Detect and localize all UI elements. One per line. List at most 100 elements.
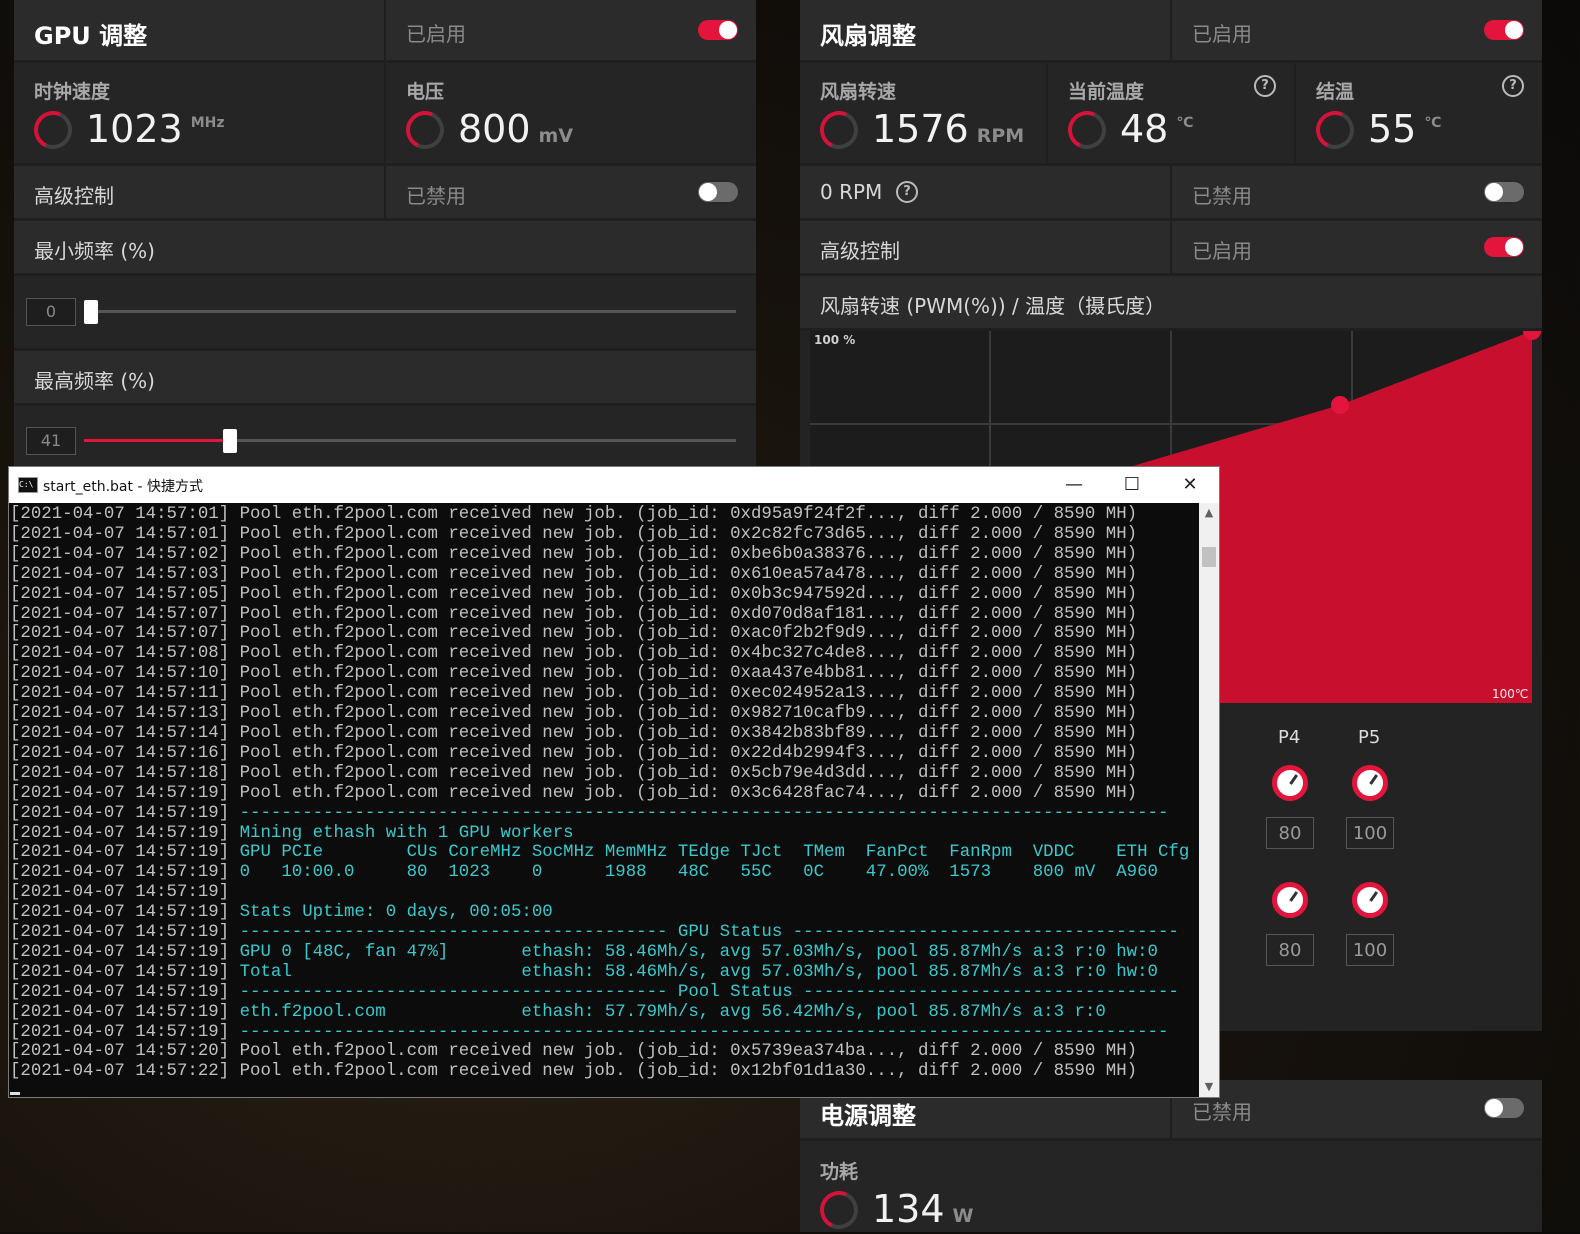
p5-speed-value[interactable]: 100 bbox=[1346, 817, 1394, 849]
console-line: [2021-04-07 14:57:18] Pool eth.f2pool.co… bbox=[10, 764, 1199, 784]
console-timestamp: [2021-04-07 14:57:19] bbox=[10, 903, 230, 923]
console-scrollbar[interactable]: ▲ ▼ bbox=[1199, 503, 1219, 1097]
console-message: Pool eth.f2pool.com received new job. (j… bbox=[229, 624, 1138, 644]
min-freq-thumb[interactable] bbox=[84, 300, 98, 324]
console-line: [2021-04-07 14:57:13] Pool eth.f2pool.co… bbox=[10, 704, 1199, 724]
junction-temp-value: 55 ℃ bbox=[1368, 107, 1442, 151]
gpu-advanced-status: 已禁用 bbox=[406, 184, 466, 208]
p5-temp-value[interactable]: 100 bbox=[1346, 934, 1394, 966]
console-timestamp: [2021-04-07 14:57:19] bbox=[10, 923, 230, 943]
close-button[interactable]: ✕ bbox=[1161, 467, 1219, 503]
fan-advanced-status: 已启用 bbox=[1192, 239, 1252, 263]
console-timestamp: [2021-04-07 14:57:02] bbox=[10, 544, 230, 564]
scroll-down-icon[interactable]: ▼ bbox=[1199, 1077, 1219, 1097]
clock-speed-value: 1023 MHz bbox=[86, 107, 225, 151]
fan-enable-toggle[interactable] bbox=[1484, 20, 1524, 40]
console-message: ----------------------------------------… bbox=[229, 923, 1179, 943]
power-gauge-icon bbox=[814, 1185, 864, 1234]
console-line: [2021-04-07 14:57:19] ------------------… bbox=[10, 923, 1199, 943]
p4-temp-value[interactable]: 80 bbox=[1266, 934, 1314, 966]
fan-curve-header: 风扇转速 (PWM(%)) / 温度（摄氏度） bbox=[800, 276, 1542, 328]
console-message: Total ethash: 58.46Mh/s, avg 57.03Mh/s, … bbox=[229, 962, 1158, 982]
gpu-advanced-label: 高级控制 bbox=[34, 184, 114, 208]
p5-label: P5 bbox=[1358, 727, 1381, 748]
console-timestamp: [2021-04-07 14:57:19] bbox=[10, 1002, 230, 1022]
console-message: GPU 0 [48C, fan 47%] ethash: 58.46Mh/s, … bbox=[229, 942, 1158, 962]
console-message: Pool eth.f2pool.com received new job. (j… bbox=[229, 684, 1138, 704]
junction-temp-cell: 结温 ? 55 ℃ bbox=[1296, 63, 1542, 163]
console-line: [2021-04-07 14:57:19] bbox=[10, 883, 1199, 903]
scroll-up-icon[interactable]: ▲ bbox=[1199, 503, 1219, 523]
power-enable-toggle[interactable] bbox=[1484, 1098, 1524, 1118]
fan-advanced-toggle[interactable] bbox=[1484, 237, 1524, 257]
p4-speed-knob[interactable] bbox=[1272, 765, 1308, 801]
console-timestamp: [2021-04-07 14:57:19] bbox=[10, 843, 230, 863]
junction-temp-help-icon[interactable]: ? bbox=[1502, 75, 1524, 97]
p4-speed-value[interactable]: 80 bbox=[1266, 817, 1314, 849]
fan-curve-title: 风扇转速 (PWM(%)) / 温度（摄氏度） bbox=[820, 294, 1166, 318]
console-title: start_eth.bat - 快捷方式 bbox=[43, 479, 203, 495]
console-timestamp: [2021-04-07 14:57:19] bbox=[10, 942, 230, 962]
fan-advanced-label: 高级控制 bbox=[820, 239, 900, 263]
console-line: [2021-04-07 14:57:19] Stats Uptime: 0 da… bbox=[10, 903, 1199, 923]
min-freq-track[interactable] bbox=[84, 310, 736, 313]
console-titlebar[interactable]: C:\ start_eth.bat - 快捷方式 — ☐ ✕ bbox=[9, 467, 1219, 503]
current-temp-help-icon[interactable]: ? bbox=[1254, 75, 1276, 97]
console-app-icon: C:\ bbox=[18, 477, 38, 493]
console-timestamp: [2021-04-07 14:57:03] bbox=[10, 564, 230, 584]
console-message: ----------------------------------------… bbox=[229, 982, 1179, 1002]
power-draw-cell: 功耗 134 W bbox=[800, 1141, 1542, 1234]
console-line: [2021-04-07 14:57:19] Mining ethash with… bbox=[10, 824, 1199, 844]
p4-temp-knob[interactable] bbox=[1272, 882, 1308, 918]
console-message: Pool eth.f2pool.com received new job. (j… bbox=[229, 783, 1138, 803]
gpu-title: GPU 调整 bbox=[34, 22, 148, 50]
scroll-thumb[interactable] bbox=[1202, 547, 1216, 567]
curve-y-max-label: 100 % bbox=[814, 333, 856, 347]
fan-speed-value: 1576 RPM bbox=[872, 107, 1025, 151]
console-line: [2021-04-07 14:57:01] Pool eth.f2pool.co… bbox=[10, 505, 1199, 525]
max-freq-header: 最高频率 (%) bbox=[14, 351, 756, 403]
clock-speed-cell: 时钟速度 1023 MHz bbox=[14, 63, 384, 163]
max-freq-input[interactable]: 41 bbox=[26, 427, 76, 455]
console-message: Pool eth.f2pool.com received new job. (j… bbox=[229, 544, 1138, 564]
console-timestamp: [2021-04-07 14:57:19] bbox=[10, 982, 230, 1002]
console-message: Pool eth.f2pool.com received new job. (j… bbox=[229, 704, 1138, 724]
minimize-button[interactable]: — bbox=[1045, 467, 1103, 503]
zero-rpm-cell: 0 RPM ? bbox=[800, 166, 1170, 218]
console-timestamp: [2021-04-07 14:57:14] bbox=[10, 723, 230, 743]
console-message: GPU PCIe CUs CoreMHz SocMHz MemMHz TEdge… bbox=[229, 843, 1190, 863]
fan-advanced-status-cell: 已启用 bbox=[1172, 221, 1542, 273]
console-line: [2021-04-07 14:57:19] 0 10:00.0 80 1023 … bbox=[10, 863, 1199, 883]
junction-temp-label: 结温 bbox=[1316, 81, 1355, 103]
zero-rpm-help-icon[interactable]: ? bbox=[896, 181, 918, 203]
console-message: Pool eth.f2pool.com received new job. (j… bbox=[229, 723, 1138, 743]
min-freq-slider-row: 0 bbox=[14, 276, 756, 348]
max-freq-thumb[interactable] bbox=[223, 429, 237, 453]
console-message: 0 10:00.0 80 1023 0 1988 48C 55C 0C 47.0… bbox=[229, 863, 1158, 883]
console-timestamp: [2021-04-07 14:57:16] bbox=[10, 743, 230, 763]
console-window[interactable]: C:\ start_eth.bat - 快捷方式 — ☐ ✕ [2021-04-… bbox=[8, 466, 1220, 1098]
console-line: [2021-04-07 14:57:11] Pool eth.f2pool.co… bbox=[10, 684, 1199, 704]
power-tuning-panel: 电源调整 已禁用 功耗 134 W bbox=[800, 1080, 1542, 1234]
voltage-gauge-icon bbox=[400, 105, 450, 155]
fan-speed-gauge-icon bbox=[814, 105, 864, 155]
p5-temp-knob[interactable] bbox=[1352, 882, 1388, 918]
p5-speed-knob[interactable] bbox=[1352, 765, 1388, 801]
min-freq-input[interactable]: 0 bbox=[26, 298, 76, 326]
gpu-enable-toggle[interactable] bbox=[698, 20, 738, 40]
console-output[interactable]: [2021-04-07 14:57:01] Pool eth.f2pool.co… bbox=[9, 503, 1199, 1097]
console-message: Pool eth.f2pool.com received new job. (j… bbox=[229, 524, 1138, 544]
power-status-cell: 已禁用 bbox=[1172, 1080, 1542, 1138]
console-line: [2021-04-07 14:57:07] Pool eth.f2pool.co… bbox=[10, 624, 1199, 644]
console-timestamp: [2021-04-07 14:57:10] bbox=[10, 664, 230, 684]
fan-advanced-cell: 高级控制 bbox=[800, 221, 1170, 273]
console-timestamp: [2021-04-07 14:57:19] bbox=[10, 962, 230, 982]
zero-rpm-status-cell: 已禁用 bbox=[1172, 166, 1542, 218]
zero-rpm-toggle[interactable] bbox=[1484, 182, 1524, 202]
maximize-button[interactable]: ☐ bbox=[1103, 467, 1161, 503]
console-timestamp: [2021-04-07 14:57:22] bbox=[10, 1062, 230, 1082]
gpu-advanced-cell: 高级控制 bbox=[14, 166, 384, 218]
gpu-advanced-toggle[interactable] bbox=[698, 182, 738, 202]
console-line: [2021-04-07 14:57:08] Pool eth.f2pool.co… bbox=[10, 644, 1199, 664]
p4-label: P4 bbox=[1278, 727, 1301, 748]
